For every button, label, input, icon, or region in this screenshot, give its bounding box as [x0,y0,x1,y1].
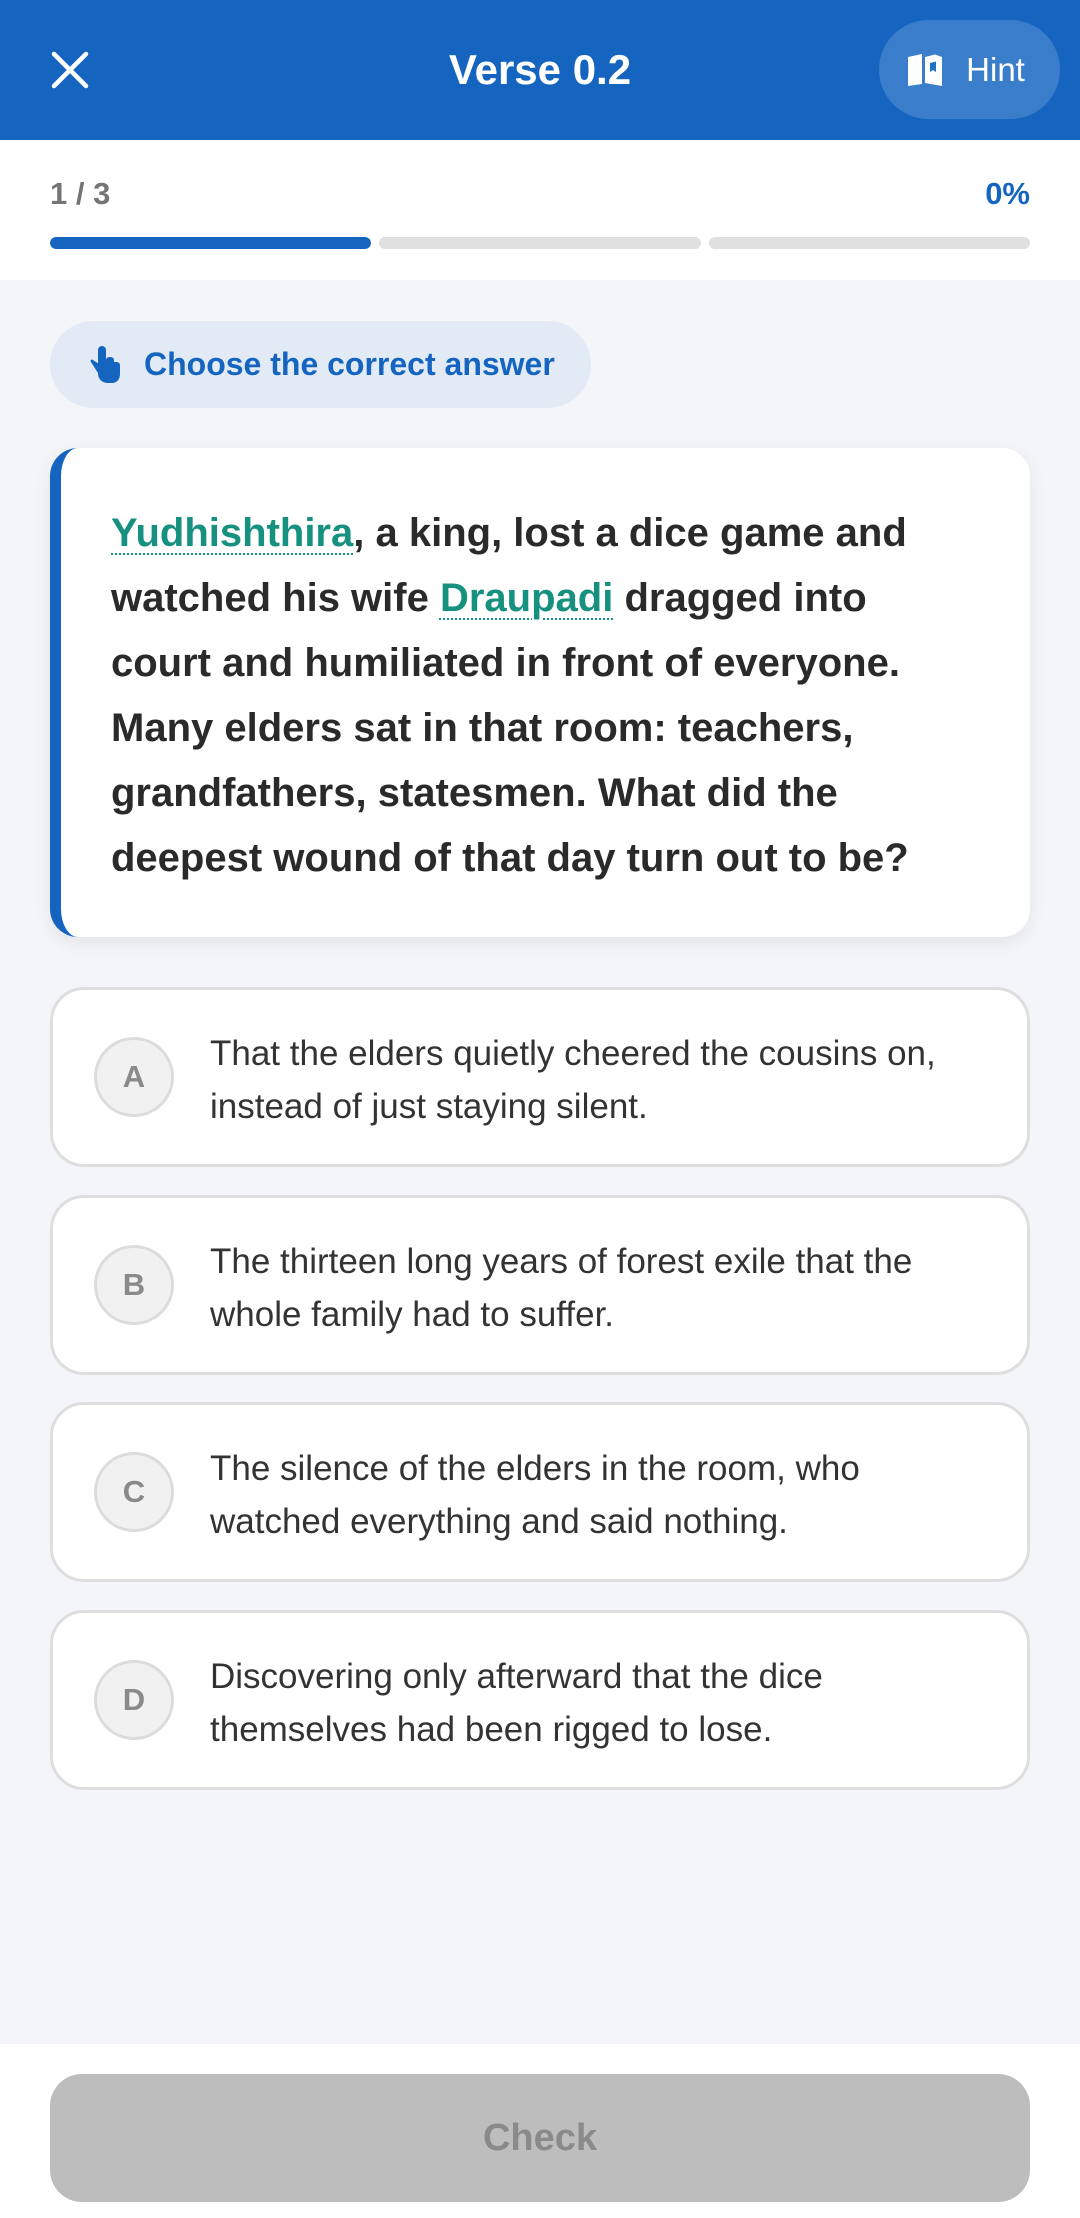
option-c[interactable]: C The silence of the elders in the room,… [50,1402,1030,1582]
option-d[interactable]: D Discovering only afterward that the di… [50,1610,1030,1790]
question-segment: dragged into court and humiliated in fro… [111,576,909,880]
progress-segment [50,237,372,249]
instruction-pill: Choose the correct answer [50,321,591,408]
option-text: The thirteen long years of forest exile … [210,1242,913,1334]
option-letter-badge: C [94,1452,174,1532]
glossary-term[interactable]: Draupadi [440,576,613,620]
option-letter-badge: D [94,1660,174,1740]
top-app-bar: Verse 0.2 Hint [0,0,1080,140]
option-text: That the elders quietly cheered the cous… [210,1034,936,1126]
close-button[interactable] [30,30,110,110]
option-letter-badge: B [94,1245,174,1325]
check-button[interactable]: Check [50,2074,1030,2202]
question-text: Yudhishthira, a king, lost a dice game a… [111,501,970,891]
instruction-label: Choose the correct answer [144,346,555,382]
step-counter: 1 / 3 [50,176,111,211]
option-a[interactable]: A That the elders quietly cheered the co… [50,987,1030,1167]
hint-label: Hint [966,50,1025,88]
progress-segment [379,237,701,249]
progress-bar [50,237,1030,249]
option-letter-badge: A [94,1037,174,1117]
glossary-term[interactable]: Yudhishthira [111,511,353,555]
book-icon [906,53,944,87]
hint-button[interactable]: Hint [879,20,1060,119]
option-text: Discovering only afterward that the dice… [210,1657,823,1749]
progress-percent: 0% [985,176,1030,211]
bottom-action-bar: Check [0,2044,1080,2218]
close-icon [50,50,90,90]
progress-segment [708,237,1030,249]
tap-pointer-icon [90,345,122,385]
option-b[interactable]: B The thirteen long years of forest exil… [50,1195,1030,1375]
question-card: Yudhishthira, a king, lost a dice game a… [50,448,1030,937]
progress-section: 1 / 3 0% [0,140,1080,280]
progress-segment-fill [50,237,372,249]
option-text: The silence of the elders in the room, w… [210,1449,860,1541]
